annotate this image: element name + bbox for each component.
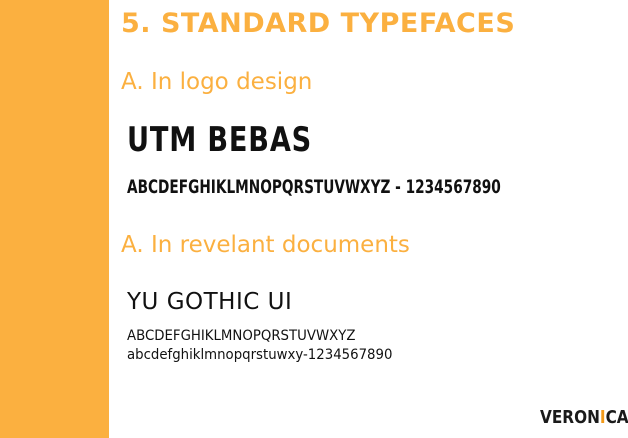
font-sample-utm-bebas: ABCDEFGHIKLMNOPQRSTUVWXYZ - 1234567890 [127,176,501,198]
section-heading-documents: A. In revelant documents [121,232,410,258]
font-sample-yu-gothic-lowercase: abcdefghiklmnopqrstuwxy-1234567890 [127,347,393,363]
veronica-logo: VERONICA [540,407,628,428]
font-sample-yu-gothic-uppercase: ABCDEFGHIKLMNOPQRSTUVWXYZ [127,328,356,344]
slide-title: 5. STANDARD TYPEFACES [121,8,516,39]
side-accent-bar [0,0,109,438]
font-name-yu-gothic: YU GOTHIC UI [127,289,293,315]
logo-text-suffix: CA [605,407,628,428]
logo-text-prefix: VERON [540,407,600,428]
font-name-utm-bebas: UTM BEBAS [127,120,313,160]
section-heading-logo-design: A. In logo design [121,69,313,95]
